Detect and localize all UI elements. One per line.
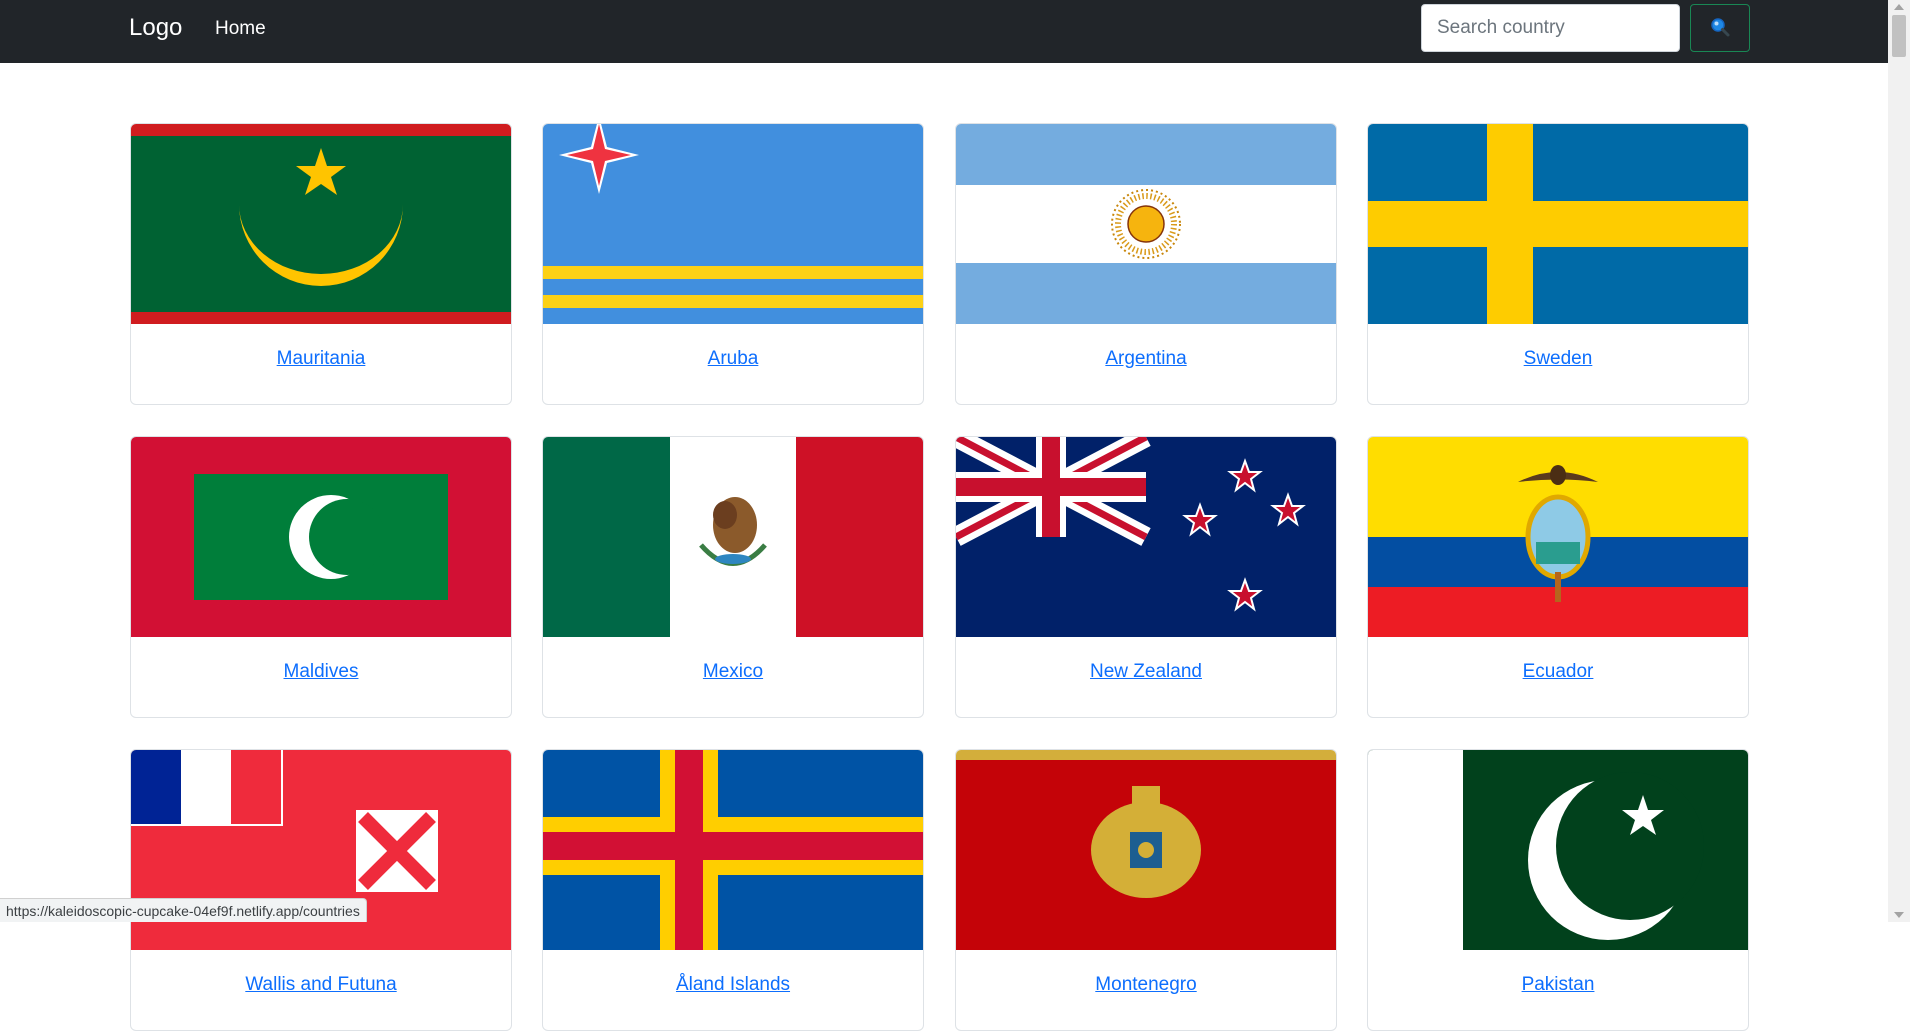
aland-islands-flag-icon bbox=[543, 750, 923, 950]
country-card: Mauritania bbox=[130, 123, 512, 405]
country-card: Argentina bbox=[955, 123, 1337, 405]
country-link[interactable]: Mauritania bbox=[131, 348, 511, 370]
country-card: Wallis and Futuna bbox=[130, 749, 512, 1031]
montenegro-flag-icon bbox=[956, 750, 1336, 950]
pakistan-flag-icon bbox=[1368, 750, 1748, 950]
country-card: New Zealand bbox=[955, 436, 1337, 718]
country-link[interactable]: Ecuador bbox=[1368, 661, 1748, 683]
scroll-thumb[interactable] bbox=[1892, 15, 1906, 57]
country-card: Pakistan bbox=[1367, 749, 1749, 1031]
country-link[interactable]: Sweden bbox=[1368, 348, 1748, 370]
aruba-flag-icon bbox=[543, 124, 923, 324]
country-card: Åland Islands bbox=[542, 749, 924, 1031]
country-card: Maldives bbox=[130, 436, 512, 718]
mexico-flag-icon bbox=[543, 437, 923, 637]
country-link[interactable]: Åland Islands bbox=[543, 974, 923, 996]
new-zealand-flag-icon bbox=[956, 437, 1336, 637]
scroll-up-arrow-icon[interactable] bbox=[1894, 4, 1904, 10]
country-card: Aruba bbox=[542, 123, 924, 405]
country-card: Sweden bbox=[1367, 123, 1749, 405]
status-bar-url: https://kaleidoscopic-cupcake-04ef9f.net… bbox=[0, 898, 367, 922]
country-link[interactable]: Mexico bbox=[543, 661, 923, 683]
country-link[interactable]: Montenegro bbox=[956, 974, 1336, 996]
country-link[interactable]: Argentina bbox=[956, 348, 1336, 370]
sweden-flag-icon bbox=[1368, 124, 1748, 324]
mauritania-flag-icon bbox=[131, 124, 511, 324]
scroll-down-arrow-icon[interactable] bbox=[1894, 912, 1904, 918]
nav-home-link[interactable]: Home bbox=[215, 18, 266, 40]
country-card: Mexico bbox=[542, 436, 924, 718]
country-link[interactable]: Wallis and Futuna bbox=[131, 974, 511, 996]
country-card: Montenegro bbox=[955, 749, 1337, 1031]
brand-logo[interactable]: Logo bbox=[129, 14, 182, 42]
country-link[interactable]: Maldives bbox=[131, 661, 511, 683]
search-input[interactable] bbox=[1421, 4, 1680, 52]
country-link[interactable]: New Zealand bbox=[956, 661, 1336, 683]
top-navbar: Logo Home bbox=[0, 0, 1888, 63]
search-button[interactable] bbox=[1690, 4, 1750, 52]
country-link[interactable]: Aruba bbox=[543, 348, 923, 370]
country-link[interactable]: Pakistan bbox=[1368, 974, 1748, 996]
argentina-flag-icon bbox=[956, 124, 1336, 324]
page-scrollbar[interactable] bbox=[1888, 0, 1910, 922]
country-card: Ecuador bbox=[1367, 436, 1749, 718]
magnifier-icon bbox=[1709, 16, 1731, 41]
ecuador-flag-icon bbox=[1368, 437, 1748, 637]
maldives-flag-icon bbox=[131, 437, 511, 637]
